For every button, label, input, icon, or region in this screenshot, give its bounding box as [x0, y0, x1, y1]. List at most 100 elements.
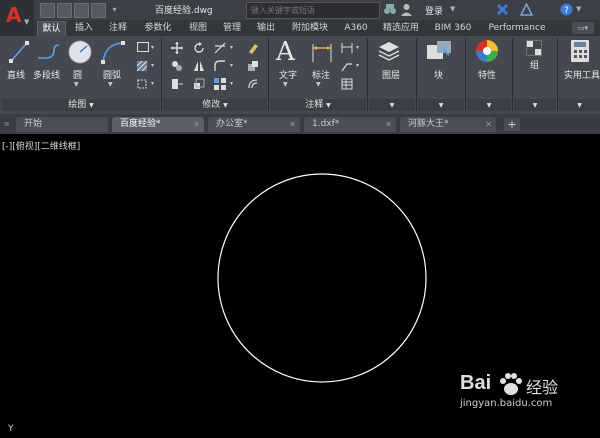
groups-panel-expand-icon[interactable]: ▼ — [514, 99, 556, 111]
line-button[interactable]: 直线 — [7, 68, 25, 81]
polyline-icon[interactable] — [36, 42, 62, 64]
doc-tab-baidu-jingyan[interactable]: 百度经验* ✕ — [112, 117, 204, 132]
doc-tab-start[interactable]: 开始 — [16, 117, 108, 132]
tab-a360[interactable]: A360 — [340, 21, 372, 35]
ribbon-minimize-button[interactable]: ▭▾ — [572, 22, 594, 34]
dimension-button[interactable]: 标注 — [312, 68, 330, 81]
trim-icon[interactable] — [214, 42, 226, 54]
close-tab-icon[interactable]: ✕ — [385, 117, 392, 132]
leader-icon[interactable] — [341, 60, 353, 72]
new-file-icon[interactable] — [40, 3, 55, 18]
copy-icon[interactable] — [171, 60, 183, 72]
exchange-icon[interactable] — [496, 3, 509, 16]
stretch-icon[interactable] — [171, 78, 183, 90]
close-tab-icon[interactable]: ✕ — [485, 117, 492, 132]
text-button[interactable]: 文字 — [279, 68, 297, 81]
help-dropdown-icon[interactable]: ▼ — [576, 5, 581, 13]
quick-access-dropdown-icon[interactable]: ▾ — [108, 3, 121, 16]
array-dropdown-icon[interactable]: ▾ — [230, 80, 233, 87]
dimension-icon[interactable] — [310, 40, 334, 64]
text-dropdown-icon[interactable]: ▼ — [283, 81, 288, 88]
boundary-dropdown-icon[interactable]: ▾ — [151, 80, 154, 87]
utilities-button[interactable]: 实用工具 — [564, 68, 600, 81]
line-icon[interactable] — [8, 40, 30, 64]
arc-icon[interactable] — [100, 40, 126, 64]
explode-icon[interactable] — [247, 60, 259, 72]
rectangle-dropdown-icon[interactable]: ▾ — [151, 44, 154, 51]
rectangle-icon[interactable] — [137, 42, 149, 52]
modify-panel-title[interactable]: 修改 ▼ — [163, 99, 267, 111]
a360-icon[interactable] — [520, 3, 533, 16]
user-icon[interactable] — [400, 3, 413, 16]
properties-button[interactable]: 特性 — [478, 68, 496, 81]
utilities-panel-expand-icon[interactable]: ▼ — [559, 99, 600, 111]
array-icon[interactable] — [214, 78, 226, 90]
properties-color-wheel-icon[interactable] — [475, 39, 499, 63]
annotation-panel-title[interactable]: 注释 ▼ — [270, 99, 366, 111]
search-input[interactable] — [247, 3, 375, 18]
new-tab-button[interactable]: + — [504, 118, 520, 131]
calculator-icon[interactable] — [570, 39, 590, 63]
layers-button[interactable]: 图层 — [382, 68, 400, 81]
scale-icon[interactable] — [193, 78, 205, 90]
circle-dropdown-icon[interactable]: ▼ — [74, 81, 79, 88]
erase-icon[interactable] — [247, 42, 259, 54]
login-button[interactable]: 登录 — [425, 4, 443, 17]
move-icon[interactable] — [171, 42, 183, 54]
layers-panel-expand-icon[interactable]: ▼ — [369, 99, 415, 111]
drawn-circle[interactable] — [217, 173, 427, 383]
tab-insert[interactable]: 插入 — [70, 21, 98, 35]
doc-tab-office[interactable]: 办公室* ✕ — [208, 117, 300, 132]
circle-button[interactable]: 圆 — [73, 68, 82, 81]
mirror-icon[interactable] — [193, 60, 205, 72]
block-insert-icon[interactable] — [425, 39, 453, 63]
polyline-button[interactable]: 多段线 — [33, 68, 60, 81]
help-icon[interactable]: ? — [560, 3, 573, 16]
offset-icon[interactable] — [247, 78, 259, 90]
boundary-icon[interactable] — [136, 78, 148, 90]
fillet-dropdown-icon[interactable]: ▾ — [230, 62, 233, 69]
group-icon[interactable] — [526, 40, 542, 56]
dimension-dropdown-icon[interactable]: ▼ — [316, 81, 321, 88]
fillet-icon[interactable] — [214, 60, 226, 72]
save-icon[interactable] — [74, 3, 89, 18]
binoculars-icon[interactable] — [383, 2, 397, 16]
file-tab-menu-icon[interactable]: ≡ — [4, 120, 10, 128]
doc-tab-1dxf[interactable]: 1.dxf* ✕ — [304, 117, 396, 132]
plot-icon[interactable] — [91, 3, 106, 18]
close-tab-icon[interactable]: ✕ — [289, 117, 296, 132]
search-box[interactable] — [246, 2, 380, 19]
leader-dropdown-icon[interactable]: ▾ — [356, 62, 359, 69]
doc-tab-hetun[interactable]: 河豚大王* ✕ — [400, 117, 496, 132]
tab-output[interactable]: 输出 — [252, 21, 280, 35]
tab-featured-apps[interactable]: 精选应用 — [378, 21, 424, 35]
block-button[interactable]: 块 — [434, 68, 443, 81]
tab-view[interactable]: 视图 — [184, 21, 212, 35]
hatch-dropdown-icon[interactable]: ▾ — [151, 62, 154, 69]
layers-icon[interactable] — [377, 39, 401, 63]
linear-dimension-dropdown-icon[interactable]: ▾ — [356, 44, 359, 51]
close-tab-icon[interactable]: ✕ — [193, 117, 200, 132]
table-icon[interactable] — [341, 78, 353, 90]
arc-button[interactable]: 圆弧 — [103, 68, 121, 81]
tab-manage[interactable]: 管理 — [218, 21, 246, 35]
properties-panel-expand-icon[interactable]: ▼ — [467, 99, 511, 111]
rotate-icon[interactable] — [193, 42, 205, 54]
tab-parametric[interactable]: 参数化 — [138, 21, 178, 35]
trim-dropdown-icon[interactable]: ▾ — [230, 44, 233, 51]
block-panel-expand-icon[interactable]: ▼ — [418, 99, 464, 111]
text-icon[interactable]: A — [276, 38, 295, 66]
login-dropdown-icon[interactable]: ▼ — [450, 5, 455, 13]
draw-panel-title[interactable]: 绘图 ▼ — [2, 99, 160, 111]
linear-dimension-icon[interactable] — [341, 42, 353, 54]
tab-addins[interactable]: 附加模块 — [286, 21, 334, 35]
tab-performance[interactable]: Performance — [482, 21, 552, 35]
circle-tool-icon[interactable] — [67, 39, 93, 65]
tab-annotate[interactable]: 注释 — [104, 21, 132, 35]
tab-bim360[interactable]: BIM 360 — [430, 21, 476, 35]
tab-home[interactable]: 默认 — [37, 21, 66, 36]
arc-dropdown-icon[interactable]: ▼ — [108, 81, 113, 88]
hatch-icon[interactable] — [136, 60, 148, 72]
group-button[interactable]: 组 — [530, 58, 539, 71]
open-file-icon[interactable] — [57, 3, 72, 18]
